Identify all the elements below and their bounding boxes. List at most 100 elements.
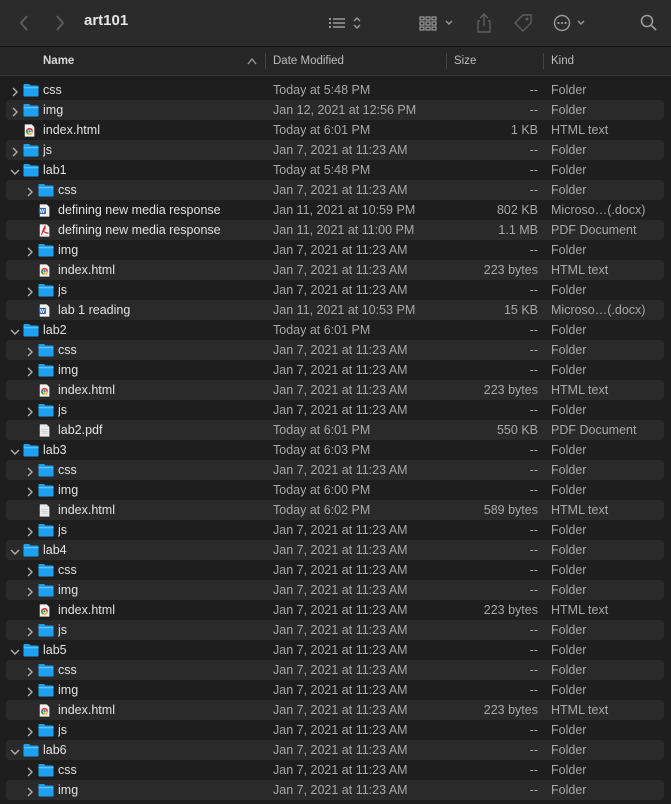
file-row[interactable]: index.html Jan 7, 2021 at 11:23 AM 223 byt… — [6, 380, 664, 400]
folder-row[interactable]: lab1 Today at 5:48 PM -- Folder — [6, 160, 664, 180]
share-button[interactable] — [472, 0, 496, 46]
folder-row[interactable]: lab3 Today at 6:03 PM -- Folder — [6, 440, 664, 460]
disclosure-collapsed-icon[interactable] — [25, 584, 35, 597]
file-row[interactable]: Wdefining new media response Jan 11, 2021… — [6, 200, 664, 220]
group-button[interactable] — [416, 0, 458, 46]
folder-row[interactable]: js Jan 7, 2021 at 11:23 AM -- Folder — [6, 520, 664, 540]
folder-row[interactable]: css Today at 5:48 PM -- Folder — [6, 80, 664, 100]
disclosure-collapsed-icon[interactable] — [25, 404, 35, 417]
folder-row[interactable]: js Jan 7, 2021 at 11:23 AM -- Folder — [6, 400, 664, 420]
file-row[interactable]: defining new media response Jan 11, 2021 … — [6, 220, 664, 240]
item-kind: HTML text — [551, 263, 609, 277]
item-date-modified: Jan 7, 2021 at 11:23 AM — [273, 343, 408, 357]
disclosure-expanded-icon[interactable] — [10, 324, 20, 336]
sort-ascending-icon[interactable] — [247, 57, 257, 65]
folder-row[interactable]: img Today at 6:00 PM -- Folder — [6, 480, 664, 500]
item-date-modified: Today at 5:48 PM — [273, 83, 371, 97]
item-name: css — [58, 343, 77, 357]
kind-column-header[interactable]: Kind — [551, 47, 574, 75]
item-name: img — [58, 683, 79, 697]
item-kind: HTML text — [551, 383, 609, 397]
disclosure-collapsed-icon[interactable] — [25, 684, 35, 697]
file-list: css Today at 5:48 PM -- Folder img Jan 12, 20… — [0, 80, 671, 800]
back-button[interactable] — [12, 0, 36, 46]
disclosure-collapsed-icon[interactable] — [10, 104, 20, 117]
folder-row[interactable]: img Jan 7, 2021 at 11:23 AM -- Folder — [6, 360, 664, 380]
item-name: img — [58, 583, 79, 597]
disclosure-collapsed-icon[interactable] — [25, 464, 35, 477]
file-row[interactable]: index.html Today at 6:01 PM 1 KB HTML text — [6, 120, 664, 140]
folder-row[interactable]: js Jan 7, 2021 at 11:23 AM -- Folder — [6, 720, 664, 740]
item-kind: PDF Document — [551, 423, 637, 437]
disclosure-collapsed-icon[interactable] — [25, 664, 35, 677]
column-divider[interactable] — [446, 53, 447, 69]
file-row[interactable]: index.html Jan 7, 2021 at 11:23 AM 223 byt… — [6, 700, 664, 720]
column-divider[interactable] — [543, 53, 544, 69]
folder-row[interactable]: img Jan 7, 2021 at 11:23 AM -- Folder — [6, 680, 664, 700]
file-row[interactable]: index.html Jan 7, 2021 at 11:23 AM 223 byt… — [6, 260, 664, 280]
folder-row[interactable]: js Jan 7, 2021 at 11:23 AM -- Folder — [6, 620, 664, 640]
item-name: js — [58, 623, 68, 637]
disclosure-collapsed-icon[interactable] — [25, 484, 35, 497]
folder-icon — [23, 143, 39, 157]
disclosure-collapsed-icon[interactable] — [25, 764, 35, 777]
disclosure-collapsed-icon[interactable] — [25, 524, 35, 537]
forward-button[interactable] — [48, 0, 72, 46]
folder-row[interactable]: lab2 Today at 6:01 PM -- Folder — [6, 320, 664, 340]
item-size: 223 bytes — [483, 703, 538, 717]
disclosure-collapsed-icon[interactable] — [25, 344, 35, 357]
file-row[interactable]: index.html Today at 6:02 PM 589 bytes HTML … — [6, 500, 664, 520]
disclosure-collapsed-icon[interactable] — [25, 364, 35, 377]
item-size: -- — [529, 643, 538, 657]
column-divider[interactable] — [265, 53, 266, 69]
date-column-header[interactable]: Date Modified — [273, 47, 344, 75]
item-name: index.html — [58, 503, 115, 517]
name-column-header[interactable]: Name — [43, 47, 74, 75]
folder-icon — [38, 463, 54, 477]
item-kind: Folder — [551, 743, 587, 757]
disclosure-collapsed-icon[interactable] — [10, 144, 20, 157]
item-name: js — [58, 723, 68, 737]
action-button[interactable] — [552, 0, 590, 46]
search-button[interactable] — [636, 0, 662, 46]
folder-row[interactable]: css Jan 7, 2021 at 11:23 AM -- Folder — [6, 760, 664, 780]
disclosure-collapsed-icon[interactable] — [25, 624, 35, 637]
folder-row[interactable]: css Jan 7, 2021 at 11:23 AM -- Folder — [6, 340, 664, 360]
folder-row[interactable]: lab6 Jan 7, 2021 at 11:23 AM -- Folder — [6, 740, 664, 760]
folder-row[interactable]: img Jan 7, 2021 at 11:23 AM -- Folder — [6, 580, 664, 600]
disclosure-expanded-icon[interactable] — [10, 544, 20, 556]
folder-row[interactable]: css Jan 7, 2021 at 11:23 AM -- Folder — [6, 660, 664, 680]
folder-row[interactable]: css Jan 7, 2021 at 11:23 AM -- Folder — [6, 180, 664, 200]
item-kind: Folder — [551, 523, 587, 537]
folder-row[interactable]: css Jan 7, 2021 at 11:23 AM -- Folder — [6, 460, 664, 480]
disclosure-collapsed-icon[interactable] — [25, 564, 35, 577]
view-options-button[interactable] — [326, 0, 366, 46]
folder-row[interactable]: img Jan 12, 2021 at 12:56 PM -- Folder — [6, 100, 664, 120]
folder-row[interactable]: js Jan 7, 2021 at 11:23 AM -- Folder — [6, 140, 664, 160]
disclosure-expanded-icon[interactable] — [10, 644, 20, 656]
disclosure-collapsed-icon[interactable] — [25, 724, 35, 737]
disclosure-collapsed-icon[interactable] — [10, 84, 20, 97]
file-row[interactable]: Wlab 1 reading Jan 11, 2021 at 10:53 PM 15… — [6, 300, 664, 320]
disclosure-collapsed-icon[interactable] — [25, 184, 35, 197]
disclosure-collapsed-icon[interactable] — [25, 284, 35, 297]
disclosure-collapsed-icon[interactable] — [25, 244, 35, 257]
size-column-header[interactable]: Size — [454, 47, 476, 75]
folder-row[interactable]: lab4 Jan 7, 2021 at 11:23 AM -- Folder — [6, 540, 664, 560]
folder-row[interactable]: css Jan 7, 2021 at 11:23 AM -- Folder — [6, 560, 664, 580]
file-row[interactable]: index.html Jan 7, 2021 at 11:23 AM 223 byt… — [6, 600, 664, 620]
disclosure-expanded-icon[interactable] — [10, 744, 20, 756]
chrome-html-icon — [38, 603, 54, 617]
disclosure-expanded-icon[interactable] — [10, 164, 20, 176]
tag-button[interactable] — [510, 0, 536, 46]
file-row[interactable]: lab2.pdf Today at 6:01 PM 550 KB PDF Docume… — [6, 420, 664, 440]
item-name: css — [58, 763, 77, 777]
disclosure-expanded-icon[interactable] — [10, 444, 20, 456]
item-date-modified: Jan 7, 2021 at 11:23 AM — [273, 463, 408, 477]
folder-row[interactable]: lab5 Jan 7, 2021 at 11:23 AM -- Folder — [6, 640, 664, 660]
tag-icon — [514, 14, 532, 32]
folder-row[interactable]: js Jan 7, 2021 at 11:23 AM -- Folder — [6, 280, 664, 300]
folder-row[interactable]: img Jan 7, 2021 at 11:23 AM -- Folder — [6, 780, 664, 800]
disclosure-collapsed-icon[interactable] — [25, 784, 35, 797]
folder-row[interactable]: img Jan 7, 2021 at 11:23 AM -- Folder — [6, 240, 664, 260]
